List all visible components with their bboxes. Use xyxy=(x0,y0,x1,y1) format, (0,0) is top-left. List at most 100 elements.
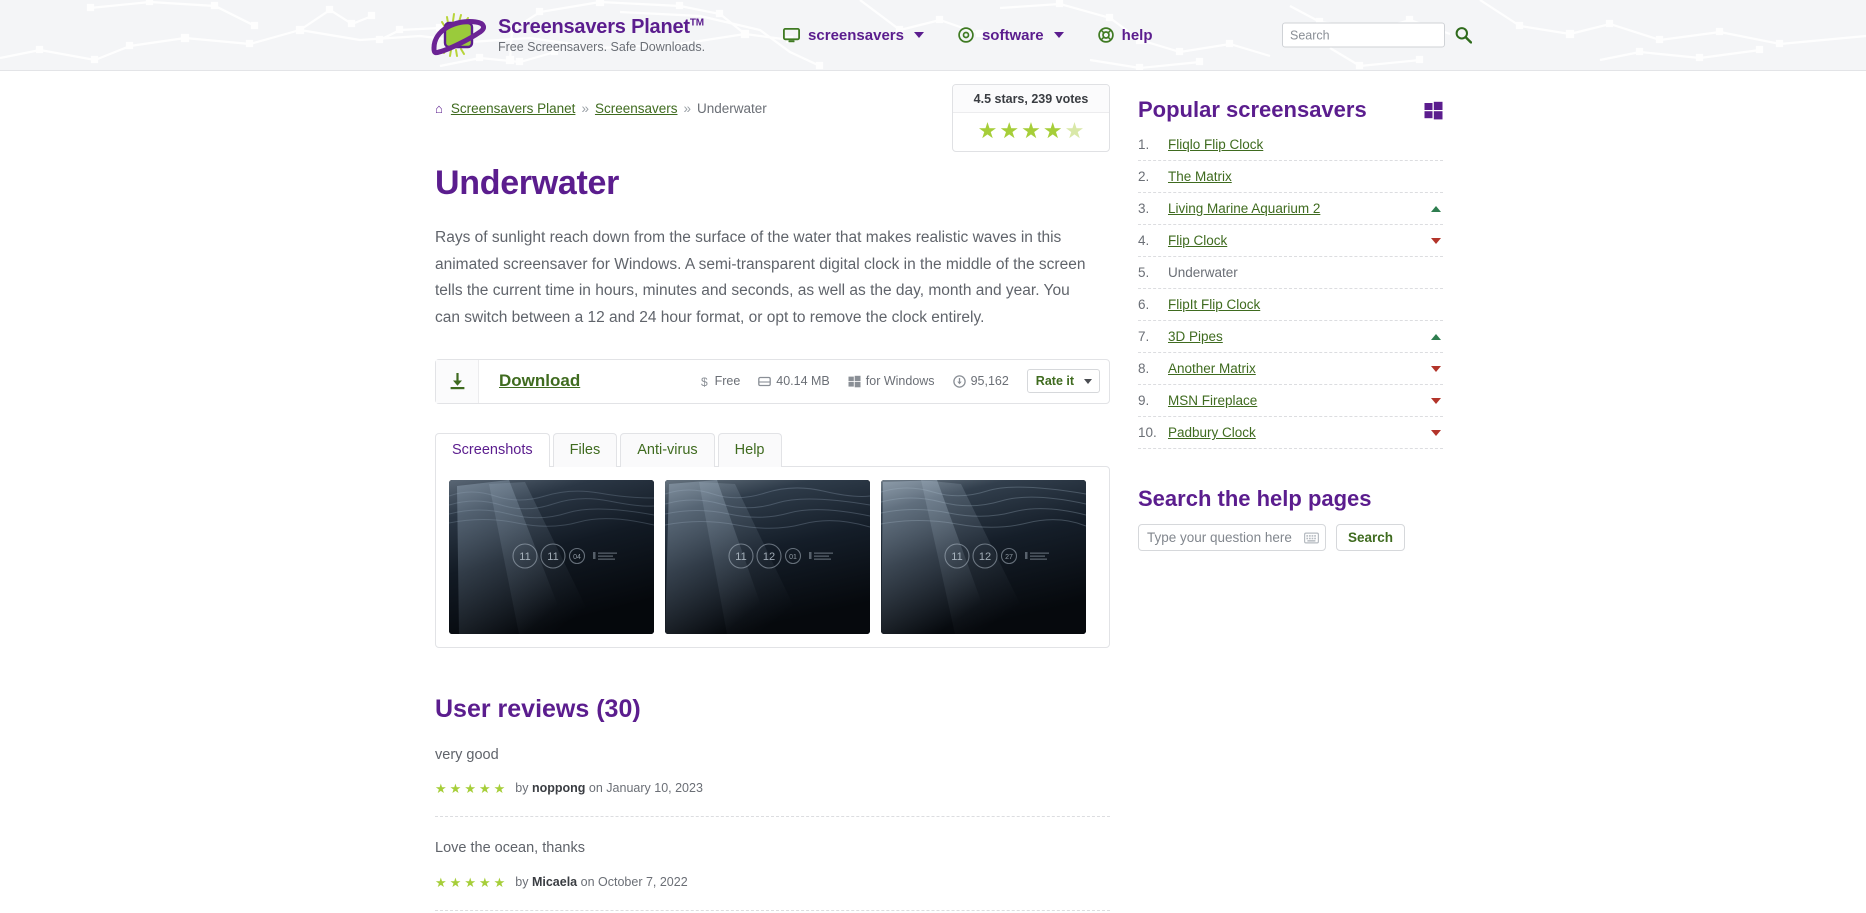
brand-tagline: Free Screensavers. Safe Downloads. xyxy=(498,39,706,54)
breadcrumb-link-screensavers[interactable]: Screensavers xyxy=(595,101,678,116)
list-item: 3. Living Marine Aquarium 2 xyxy=(1138,193,1443,225)
list-item-rank: 2. xyxy=(1138,169,1150,184)
trend-none-icon xyxy=(1431,302,1441,308)
screenshot-thumbnail-2[interactable]: 11 12 01 xyxy=(665,479,870,634)
planet-logo-icon xyxy=(431,13,486,57)
trend-down-icon xyxy=(1431,365,1441,372)
list-item-rank: 3. xyxy=(1138,201,1150,216)
review-text: Love the ocean, thanks xyxy=(435,840,585,857)
help-search-heading: Search the help pages xyxy=(1138,486,1372,511)
svg-text:12: 12 xyxy=(763,551,775,563)
rate-it-label: Rate it xyxy=(1035,374,1074,389)
reviews-heading: User reviews (30) xyxy=(435,694,641,723)
popular-screensavers-list: 1. Fliqlo Flip Clock 2. The Matrix 3. Li… xyxy=(1138,129,1443,449)
help-search-input[interactable] xyxy=(1138,524,1326,551)
list-item-rank: 4. xyxy=(1138,233,1150,248)
site-header: Screensavers PlanetTM Free Screensavers.… xyxy=(0,0,1866,71)
sidebar-link-3d-pipes[interactable]: 3D Pipes xyxy=(1168,329,1223,344)
product-description: Rays of sunlight reach down from the sur… xyxy=(435,229,1086,326)
breadcrumb-link-home[interactable]: Screensavers Planet xyxy=(451,101,576,116)
sidebar-link-living-marine-aquarium-2[interactable]: Living Marine Aquarium 2 xyxy=(1168,201,1320,216)
nav-item-software[interactable]: software xyxy=(958,27,1064,44)
nav-label-screensavers: screensavers xyxy=(808,26,904,44)
sidebar-link-msn-fireplace[interactable]: MSN Fireplace xyxy=(1168,393,1257,408)
nav-item-screensavers[interactable]: screensavers xyxy=(783,27,924,44)
list-item: 7. 3D Pipes xyxy=(1138,321,1443,353)
tab-help[interactable]: Help xyxy=(717,432,782,467)
windows-logo-icon xyxy=(1424,101,1443,119)
help-search-button[interactable]: Search xyxy=(1336,524,1406,551)
sidebar-link-flipit-flip-clock[interactable]: FlipIt Flip Clock xyxy=(1168,297,1260,312)
trend-down-icon xyxy=(1431,397,1441,404)
star-icon: ★ xyxy=(449,780,462,796)
review-stars: ★ ★ ★ ★ ★ xyxy=(435,876,505,889)
trend-none-icon xyxy=(1431,270,1441,276)
star-icon: ★ xyxy=(977,118,998,143)
sidebar-link-fliqlo-flip-clock[interactable]: Fliqlo Flip Clock xyxy=(1168,137,1263,152)
trend-none-icon xyxy=(1431,142,1441,148)
screenshot-thumbnail-1[interactable]: 11 11 04 xyxy=(449,479,654,634)
search-input[interactable] xyxy=(1282,22,1445,48)
tab-anti-virus[interactable]: Anti-virus xyxy=(620,432,715,467)
list-item-rank: 8. xyxy=(1138,361,1150,376)
star-icon: ★ xyxy=(435,780,447,796)
help-search-form: Search xyxy=(1138,524,1443,551)
sidebar-link-padbury-clock[interactable]: Padbury Clock xyxy=(1168,425,1256,440)
list-item: 4. Flip Clock xyxy=(1138,225,1443,257)
windows-icon xyxy=(848,375,861,387)
nav-item-help[interactable]: help xyxy=(1097,27,1153,44)
svg-text:11: 11 xyxy=(519,551,530,563)
star-icon: ★ xyxy=(449,874,462,890)
help-search-input-wrap xyxy=(1138,524,1326,551)
list-item-rank: 7. xyxy=(1138,329,1150,344)
sidebar-link-the-matrix[interactable]: The Matrix xyxy=(1168,169,1232,184)
brand-title: Screensavers PlanetTM xyxy=(498,16,705,38)
review-text: very good xyxy=(435,746,499,763)
review-by-label: by xyxy=(515,781,529,796)
trend-none-icon xyxy=(1431,174,1441,180)
star-icon: ★ xyxy=(1042,118,1063,143)
review-byline: ★ ★ ★ ★ ★ by Micaela on October 7, 2022 xyxy=(435,875,1110,889)
trend-up-icon xyxy=(1431,333,1441,340)
rate-it-dropdown[interactable]: Rate it xyxy=(1026,369,1100,394)
tab-files[interactable]: Files xyxy=(552,432,618,467)
sidebar-link-another-matrix[interactable]: Another Matrix xyxy=(1168,361,1256,376)
review-date: January 10, 2023 xyxy=(606,781,703,796)
meta-downloads: 95,162 xyxy=(952,374,1009,388)
list-item: 5. Underwater xyxy=(1138,257,1443,289)
star-icon: ★ xyxy=(464,874,476,890)
popular-screensavers-heading: Popular screensavers xyxy=(1138,97,1443,123)
download-link[interactable]: Download xyxy=(499,371,580,391)
list-item-rank: 6. xyxy=(1138,297,1150,312)
list-item-rank: 1. xyxy=(1138,137,1150,152)
download-icon-cell[interactable] xyxy=(436,359,479,403)
svg-text:04: 04 xyxy=(573,554,581,561)
tabstrip: Screenshots Files Anti-virus Help xyxy=(435,432,1110,468)
downloads-count-icon xyxy=(952,374,966,388)
breadcrumb-current: Underwater xyxy=(697,101,767,116)
rating-box: 4.5 stars, 239 votes ★ ★ ★ ★ ★ xyxy=(952,84,1110,152)
svg-text:11: 11 xyxy=(547,551,558,563)
star-half-icon: ★ xyxy=(1064,118,1085,143)
star-icon: ★ xyxy=(478,780,491,796)
list-item: 10. Padbury Clock xyxy=(1138,417,1443,449)
download-icon xyxy=(450,373,464,390)
star-icon: ★ xyxy=(493,780,506,796)
sidebar: Popular screensavers 1. Fliqlo Flip Cloc… xyxy=(1138,97,1443,913)
list-item: 6. FlipIt Flip Clock xyxy=(1138,289,1443,321)
tab-screenshots[interactable]: Screenshots xyxy=(435,432,550,468)
svg-text:12: 12 xyxy=(979,551,991,563)
rating-stars[interactable]: ★ ★ ★ ★ ★ xyxy=(953,113,1109,151)
list-item-rank: 5. xyxy=(1138,265,1150,280)
chevron-down-icon xyxy=(913,32,924,38)
download-bar: Download $ Free 40.14 MB for Windows 95,… xyxy=(435,358,1110,404)
brand-logo-link[interactable]: Screensavers PlanetTM Free Screensavers.… xyxy=(430,12,705,58)
brand-title-text: Screensavers Planet xyxy=(498,16,690,39)
screenshot-thumbnail-3[interactable]: 11 12 27 xyxy=(881,479,1086,634)
review-author: noppong xyxy=(531,781,586,796)
search-icon[interactable] xyxy=(1455,27,1472,44)
lifebuoy-icon xyxy=(1097,27,1114,43)
sidebar-link-flip-clock[interactable]: Flip Clock xyxy=(1168,233,1227,248)
list-item: 8. Another Matrix xyxy=(1138,353,1443,385)
meta-platform: for Windows xyxy=(848,374,935,388)
